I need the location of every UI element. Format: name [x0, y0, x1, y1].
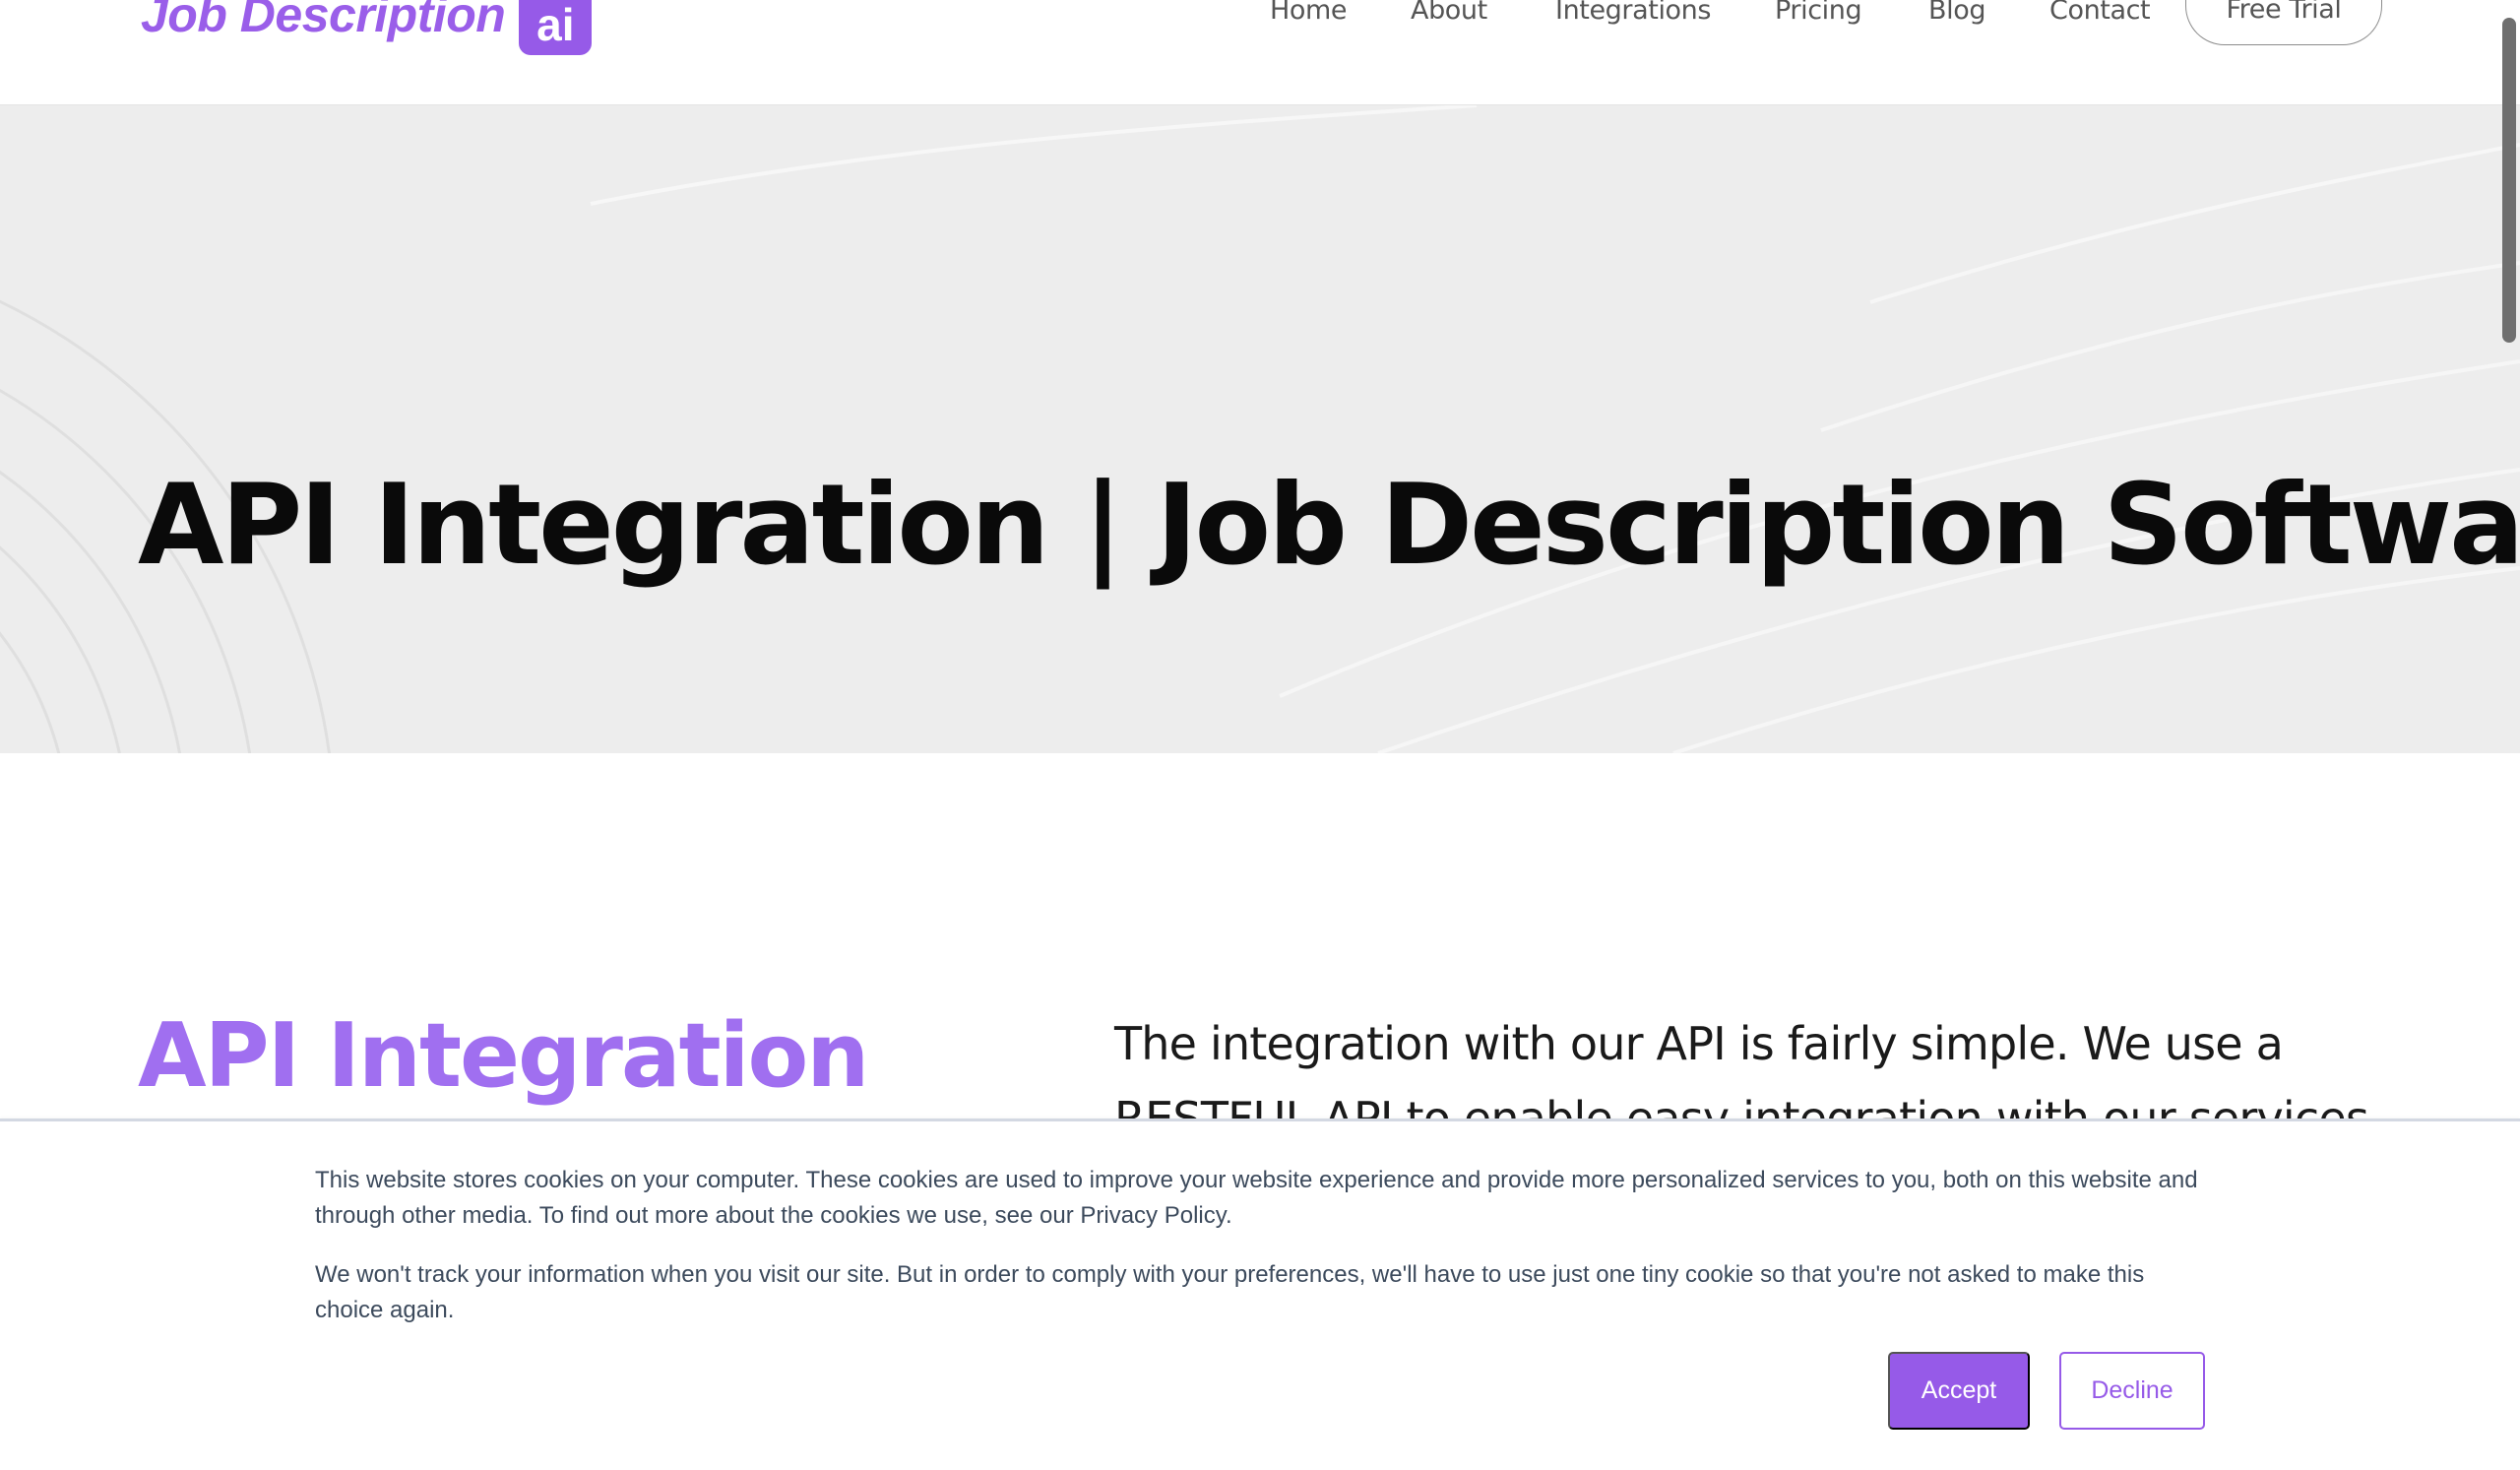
nav-home[interactable]: Home — [1270, 0, 1348, 32]
site-header: Job Description ai Home About Integratio… — [0, 0, 2520, 105]
nav-about[interactable]: About — [1411, 0, 1487, 32]
free-trial-button[interactable]: Free Trial — [2185, 0, 2382, 45]
logo[interactable]: Job Description ai — [141, 0, 593, 55]
cookie-notice-text: This website stores cookies on your comp… — [315, 1167, 2198, 1229]
decline-cookies-button[interactable]: Decline — [2059, 1352, 2205, 1430]
nav-blog[interactable]: Blog — [1928, 0, 1985, 32]
accept-cookies-button[interactable]: Accept — [1888, 1352, 2030, 1430]
nav-contact[interactable]: Contact — [2049, 0, 2151, 32]
page-scrollbar[interactable] — [2502, 18, 2516, 343]
logo-badge: ai — [519, 0, 593, 55]
hero-background-pattern — [0, 105, 2520, 753]
nav-pricing[interactable]: Pricing — [1775, 0, 1862, 32]
nav-integrations[interactable]: Integrations — [1555, 0, 1711, 32]
hero-banner: API Integration | Job Description Softwa… — [0, 105, 2520, 753]
section-heading: API Integration — [138, 1004, 869, 1108]
cookie-tracking-text: We won't track your information when you… — [315, 1261, 2145, 1323]
logo-text: Job Description — [141, 0, 506, 42]
cookie-consent-banner: This website stores cookies on your comp… — [0, 1118, 2520, 1470]
page-title: API Integration | Job Description Softwa… — [138, 460, 2520, 590]
